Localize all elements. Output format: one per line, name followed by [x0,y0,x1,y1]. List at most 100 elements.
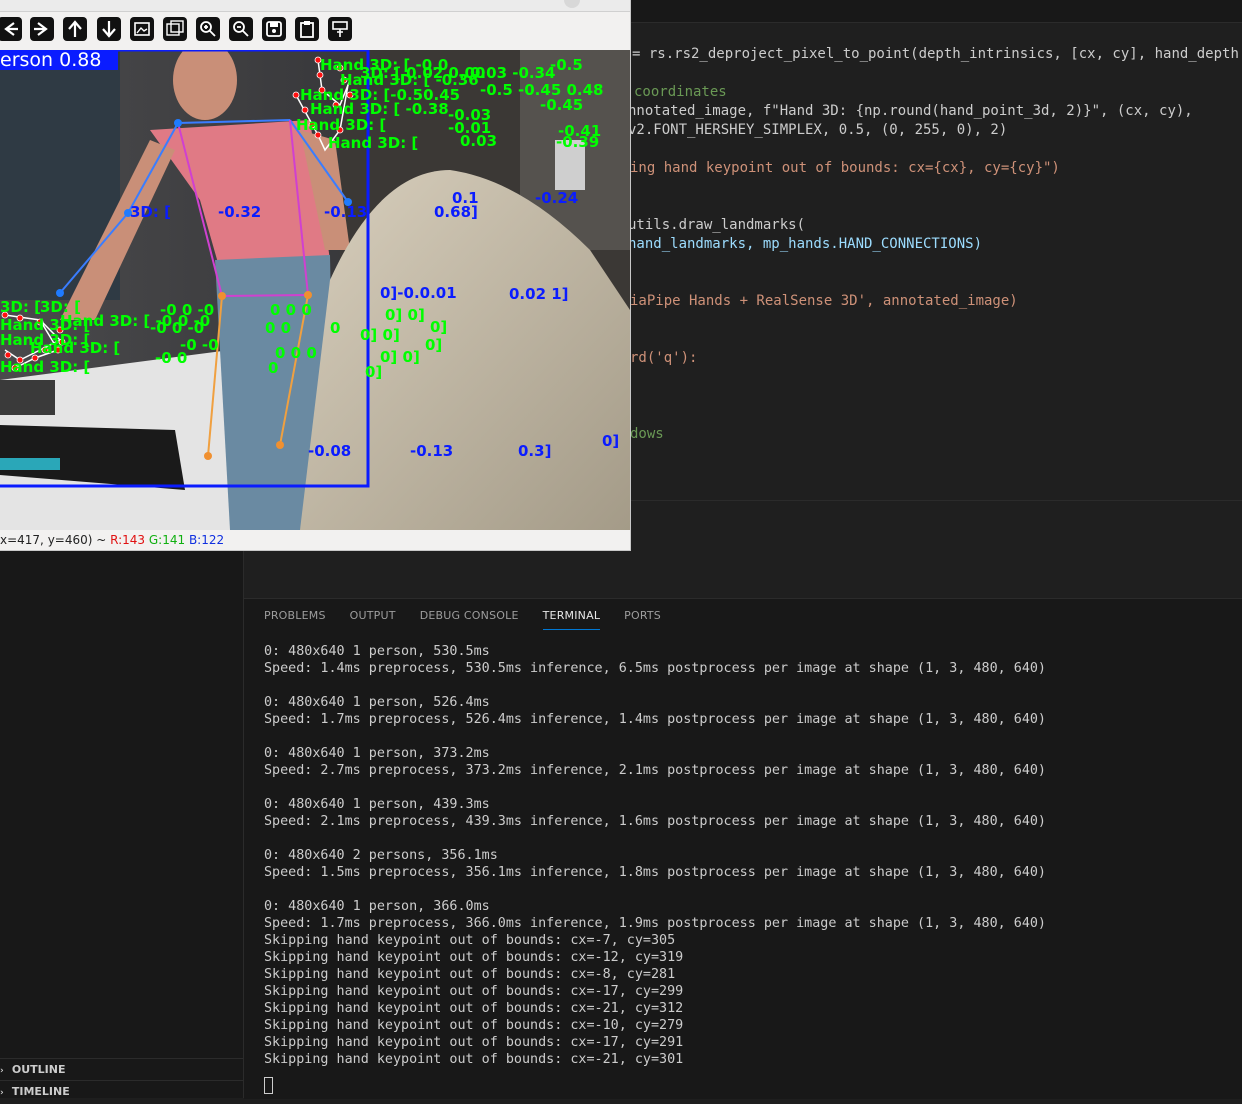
outline-section-label: OUTLINE [11,1063,66,1076]
overlay-label: -0.08 [308,442,352,460]
images-icon [166,20,184,36]
arrow-right-icon [34,22,48,36]
terminal-line: 0: 480x640 1 person, 530.5ms [264,644,490,659]
svg-text:3D: [: 3D: [ [0,298,41,316]
svg-text:0: 0 [330,319,340,337]
cursor-coords: x=417, y=460) ~ [0,533,111,547]
overlay-label: -0.32 [218,203,262,221]
svg-text:0] 0]: 0] 0] [360,326,400,344]
arrow-left-icon [4,22,18,36]
viewer-toolbar [0,14,630,48]
overlay-label: -0.24 [535,189,579,207]
arrow-down-icon [102,21,116,38]
overlay-label: -0.13 [410,442,454,460]
terminal-line: Skipping hand keypoint out of bounds: cx… [264,984,684,999]
arrow-down-button[interactable] [97,17,121,41]
arrow-up-button[interactable] [63,17,87,41]
overlay-label: -0.13 [324,203,368,221]
clipboard-button[interactable] [295,17,319,41]
tab-debug-console[interactable]: DEBUG CONSOLE [420,607,519,629]
save-icon [266,21,282,37]
code-line[interactable]: utils.draw_landmarks( [628,216,805,235]
svg-text:Hand 3D: [: Hand 3D: [ [30,339,120,357]
code-line[interactable]: v2.FONT_HERSHEY_SIMPLEX, 0.5, (0, 255, 0… [628,121,1007,140]
terminal-line: 0: 480x640 1 person, 373.2ms [264,746,490,761]
chevron-right-icon: › [0,1066,4,1076]
bottom-panel: PROBLEMS OUTPUT DEBUG CONSOLE TERMINAL P… [244,598,1242,1099]
chevron-right-icon: › [0,1088,4,1098]
image-icon [134,22,150,36]
svg-text:0]: 0] [365,363,382,381]
arrow-up-icon [68,20,82,37]
code-line[interactable]: hand_landmarks, mp_hands.HAND_CONNECTION… [628,235,982,254]
images-button[interactable] [163,17,187,41]
zoom-in-icon [200,21,216,37]
svg-text:-0 0 -0: -0 0 -0 [150,319,204,337]
svg-text:0.03 -0.34: 0.03 -0.34 [470,64,555,82]
overlay-label: Hand 3D: [ [328,134,419,152]
svg-text:3D: [ 0.02 0.00: 3D: [ 0.02 0.00 [360,64,485,82]
image-viewer-window[interactable]: Hand 3D: [ -0.0 Hand 3D: [ -0.36 3D: [ 0… [0,0,631,551]
tab-problems[interactable]: PROBLEMS [264,607,326,629]
terminal-line: Speed: 2.1ms preprocess, 439.3ms inferen… [264,814,1046,829]
code-line[interactable]: = rs.rs2_deproject_pixel_to_point(depth_… [632,45,1239,64]
terminal-line: Skipping hand keypoint out of bounds: cx… [264,967,676,982]
overlay-label: 3D: [ [130,203,171,221]
outline-section-header[interactable]: › OUTLINE [0,1058,243,1081]
zoom-in-button[interactable] [196,17,220,41]
terminal-line: 0: 480x640 1 person, 366.0ms [264,899,490,914]
code-line[interactable]: nnotated_image, f"Hand 3D: {np.round(han… [628,102,1193,121]
svg-text:Hand 3D: [: Hand 3D: [ [296,116,386,134]
overlay-label: 0]-0.0.01 [380,284,457,302]
tab-output[interactable]: OUTPUT [350,607,396,629]
save-button[interactable] [262,17,286,41]
svg-text:0 0 0: 0 0 0 [275,344,317,362]
red-value: R:143 [110,533,146,547]
timeline-section-header[interactable]: › TIMELINE [0,1080,243,1103]
zoom-out-icon [233,21,249,37]
svg-text:0]: 0] [425,336,442,354]
overlay-label: 0] [602,432,620,450]
terminal-output[interactable]: 0: 480x640 1 person, 530.5ms Speed: 1.4ms… [264,643,1234,1094]
code-line[interactable]: iaPipe Hands + RealSense 3D', annotated_… [630,292,1018,311]
camera-frame[interactable]: Hand 3D: [ -0.0 Hand 3D: [ -0.36 3D: [ 0… [0,50,630,530]
terminal-line: Skipping hand keypoint out of bounds: cx… [264,1001,684,1016]
terminal-line: Skipping hand keypoint out of bounds: cx… [264,950,684,965]
svg-text:0] 0]: 0] 0] [385,306,425,324]
code-line[interactable]: rd('q'): [630,349,697,368]
terminal-line: Speed: 1.4ms preprocess, 530.5ms inferen… [264,661,1046,676]
blue-value: B:122 [188,533,225,547]
code-line[interactable]: dows [630,425,664,444]
terminal-cursor [264,1077,273,1094]
svg-text:-0 0 -0: -0 0 -0 [160,301,214,319]
svg-text:0 0 0: 0 0 0 [270,301,312,319]
arrow-left-button[interactable] [0,17,22,41]
tab-terminal[interactable]: TERMINAL [542,607,601,630]
terminal-line: Speed: 2.7ms preprocess, 373.2ms inferen… [264,763,1046,778]
terminal-line: Skipping hand keypoint out of bounds: cx… [264,1035,684,1050]
properties-icon [332,21,348,37]
svg-text:Hand 3D: [: Hand 3D: [ [0,358,90,376]
svg-text:0.03: 0.03 [460,132,497,150]
code-line[interactable]: coordinates [634,83,727,102]
svg-text:0] 0]: 0] 0] [380,348,420,366]
terminal-line: Speed: 1.7ms preprocess, 526.4ms inferen… [264,712,1046,727]
terminal-line: Speed: 1.5ms preprocess, 356.1ms inferen… [264,865,1046,880]
arrow-right-button[interactable] [30,17,54,41]
detection-label: erson 0.88 [0,50,102,71]
zoom-out-button[interactable] [229,17,253,41]
tab-ports[interactable]: PORTS [624,607,661,629]
code-line[interactable]: ing hand keypoint out of bounds: cx={cx}… [630,159,1060,178]
window-titlebar[interactable] [0,0,630,12]
panel-tabs: PROBLEMS OUTPUT DEBUG CONSOLE TERMINAL P… [264,607,661,630]
overlay-label: -0.03 [448,106,492,124]
svg-text:-0.45: -0.45 [540,96,583,114]
terminal-line: Skipping hand keypoint out of bounds: cx… [264,1018,684,1033]
overlay-label: 0.02 1] [509,285,569,303]
image-button[interactable] [130,17,154,41]
properties-button[interactable] [328,17,352,41]
terminal-line: 0: 480x640 1 person, 526.4ms [264,695,490,710]
svg-text:0]: 0] [430,318,447,336]
close-icon[interactable] [564,0,580,8]
svg-text:0 0: 0 0 [265,319,291,337]
